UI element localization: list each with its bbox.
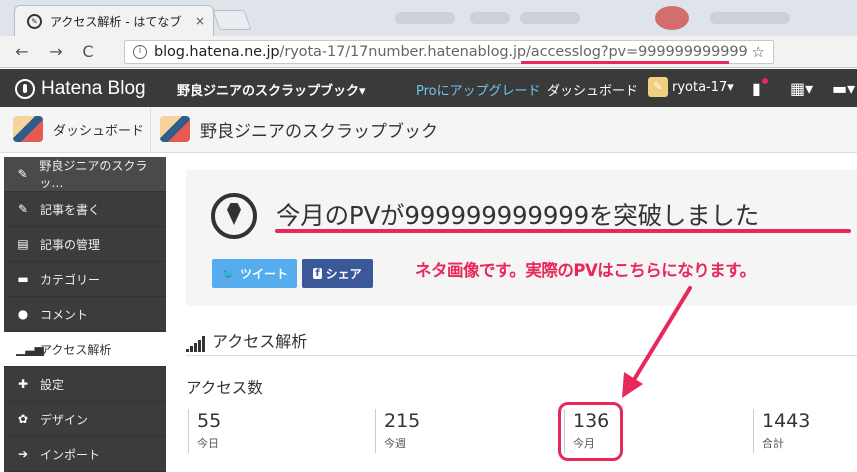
subbar-dashboard-label: ダッシュボード — [53, 123, 145, 139]
import-icon: ➔ — [17, 447, 29, 461]
comment-icon: ● — [17, 307, 29, 321]
sidebar-item-import[interactable]: ➔ インポート — [4, 437, 166, 472]
new-tab-button[interactable] — [212, 10, 252, 30]
stat-value: 1443 — [762, 410, 811, 432]
sidebar-item-write[interactable]: ✎ 記事を書く — [4, 192, 166, 227]
bar-chart-icon — [186, 336, 206, 352]
sidebar-item-label: 野良ジニアのスクラッ… — [39, 159, 148, 190]
blurred-bookmark — [395, 12, 455, 24]
info-icon[interactable]: i — [133, 45, 147, 59]
url-host: blog.hatena.ne.jp — [154, 44, 280, 60]
username: ryota-17▾ — [672, 79, 734, 95]
blurred-avatar — [655, 6, 689, 30]
bookmark-star-icon[interactable]: ☆ — [752, 43, 765, 61]
palette-icon: ✿ — [17, 412, 29, 426]
hatena-favicon-icon: ✎ — [27, 13, 42, 29]
mascot-icon — [13, 116, 43, 142]
facebook-share-button[interactable]: f シェア — [302, 259, 373, 288]
folder-icon: ▬ — [17, 272, 29, 286]
subbar-blog-link[interactable]: 野良ジニアのスクラップブック — [160, 116, 438, 142]
blog-menu[interactable]: 野良ジニアのスクラップブック▾ — [177, 80, 366, 99]
section-title-text: アクセス解析 — [212, 332, 308, 351]
url-path: /ryota-17/17number.hatenablog.jp/accessl… — [279, 44, 748, 60]
stat-label: 今日 — [197, 437, 219, 450]
sidebar-item-access[interactable]: ▁▃▅ アクセス解析 — [4, 332, 166, 367]
highlight-circle — [558, 402, 623, 461]
reload-icon[interactable]: C — [76, 42, 100, 61]
divider — [186, 355, 857, 356]
hatena-logo-icon — [15, 79, 35, 99]
user-menu[interactable]: ✎ ryota-17▾ — [648, 77, 734, 97]
message-icon[interactable]: ▬▾ — [832, 79, 855, 98]
access-count-heading: アクセス数 — [186, 379, 263, 397]
sidebar-item-label: 記事を書く — [40, 202, 101, 217]
sidebar-item-comment[interactable]: ● コメント — [4, 297, 166, 332]
tweet-button[interactable]: 🐦 ツイート — [212, 259, 297, 288]
stat-value: 215 — [384, 410, 421, 432]
sidebar-item-design[interactable]: ✿ デザイン — [4, 402, 166, 437]
wrench-icon: ✚ — [17, 377, 29, 391]
browser-tab-bar: ✎ アクセス解析 - はてなブ × — [0, 0, 857, 36]
notice-annotation-underline — [275, 229, 851, 233]
mascot-icon — [160, 116, 190, 142]
twitter-icon: 🐦 — [221, 266, 236, 281]
sidebar-item-label: アクセス解析 — [40, 342, 112, 357]
facebook-icon: f — [313, 268, 322, 279]
dashboard-subbar: ダッシュボード 野良ジニアのスクラップブック — [0, 107, 857, 153]
url-text: blog.hatena.ne.jp/ryota-17/17number.hate… — [154, 44, 748, 60]
stat-label: 合計 — [762, 437, 784, 450]
sidebar-item-label: 設定 — [40, 377, 65, 392]
sidebar-item-settings[interactable]: ✚ 設定 — [4, 367, 166, 402]
forward-arrow-icon[interactable]: → — [44, 42, 68, 61]
browser-tab[interactable]: ✎ アクセス解析 - はてなブ × — [14, 5, 214, 36]
subbar-blog-title: 野良ジニアのスクラップブック — [200, 121, 438, 142]
sidebar-item-blog[interactable]: ✎ 野良ジニアのスクラッ… — [4, 157, 166, 192]
logo-text: Hatena Blog — [41, 78, 146, 99]
back-arrow-icon[interactable]: ← — [10, 42, 34, 61]
sidebar-item-manage[interactable]: ▤ 記事の管理 — [4, 227, 166, 262]
section-title: アクセス解析 — [186, 328, 307, 352]
stat-total: 1443 合計 — [753, 409, 810, 453]
tweet-label: ツイート — [239, 267, 288, 281]
blurred-bookmark — [520, 12, 580, 24]
subbar-dashboard-link[interactable]: ダッシュボード — [13, 116, 144, 142]
blurred-bookmark — [710, 12, 790, 24]
sidebar: ✎ 野良ジニアのスクラッ… ✎ 記事を書く ▤ 記事の管理 ▬ カテゴリー ● コメント … — [4, 157, 166, 472]
edit-icon: ✎ — [17, 202, 29, 216]
stat-label: 今週 — [384, 437, 406, 450]
hatena-blog-logo[interactable]: Hatena Blog — [15, 78, 146, 100]
mascot-icon: ✎ — [17, 167, 28, 181]
sidebar-item-label: 記事の管理 — [40, 237, 101, 252]
annotation-callout: ネタ画像です。実際のPVはこちらになります。 — [415, 261, 756, 280]
pro-upgrade-link[interactable]: Proにアップグレード — [416, 80, 541, 99]
sidebar-item-category[interactable]: ▬ カテゴリー — [4, 262, 166, 297]
hatena-header: Hatena Blog 野良ジニアのスクラップブック▾ Proにアップグレード … — [0, 69, 857, 107]
pv-notice-text: 今月のPVが999999999999を突破しました — [276, 201, 760, 230]
stat-week: 215 今週 — [375, 409, 420, 453]
grid-menu-icon[interactable]: ▦▾ — [790, 79, 813, 98]
notification-dot — [762, 78, 768, 84]
bookmark-icon[interactable]: ▮ — [752, 79, 761, 98]
share-label: シェア — [325, 267, 362, 281]
sidebar-item-label: カテゴリー — [40, 272, 101, 287]
document-icon: ▤ — [17, 237, 29, 251]
sidebar-item-label: インポート — [40, 447, 101, 462]
stat-today: 55 今日 — [188, 409, 221, 453]
bar-chart-icon: ▁▃▅ — [16, 342, 44, 356]
tab-title: アクセス解析 - はてなブ — [50, 14, 182, 29]
blurred-bookmark — [470, 12, 510, 24]
url-annotation-underline — [521, 61, 729, 64]
divider — [150, 107, 151, 153]
stat-value: 55 — [197, 410, 222, 432]
close-icon[interactable]: × — [195, 14, 205, 28]
sidebar-item-label: コメント — [40, 307, 89, 322]
sidebar-item-label: デザイン — [40, 412, 89, 427]
avatar: ✎ — [648, 77, 668, 97]
pen-nib-icon — [211, 193, 257, 239]
dashboard-link[interactable]: ダッシュボード — [547, 80, 638, 99]
